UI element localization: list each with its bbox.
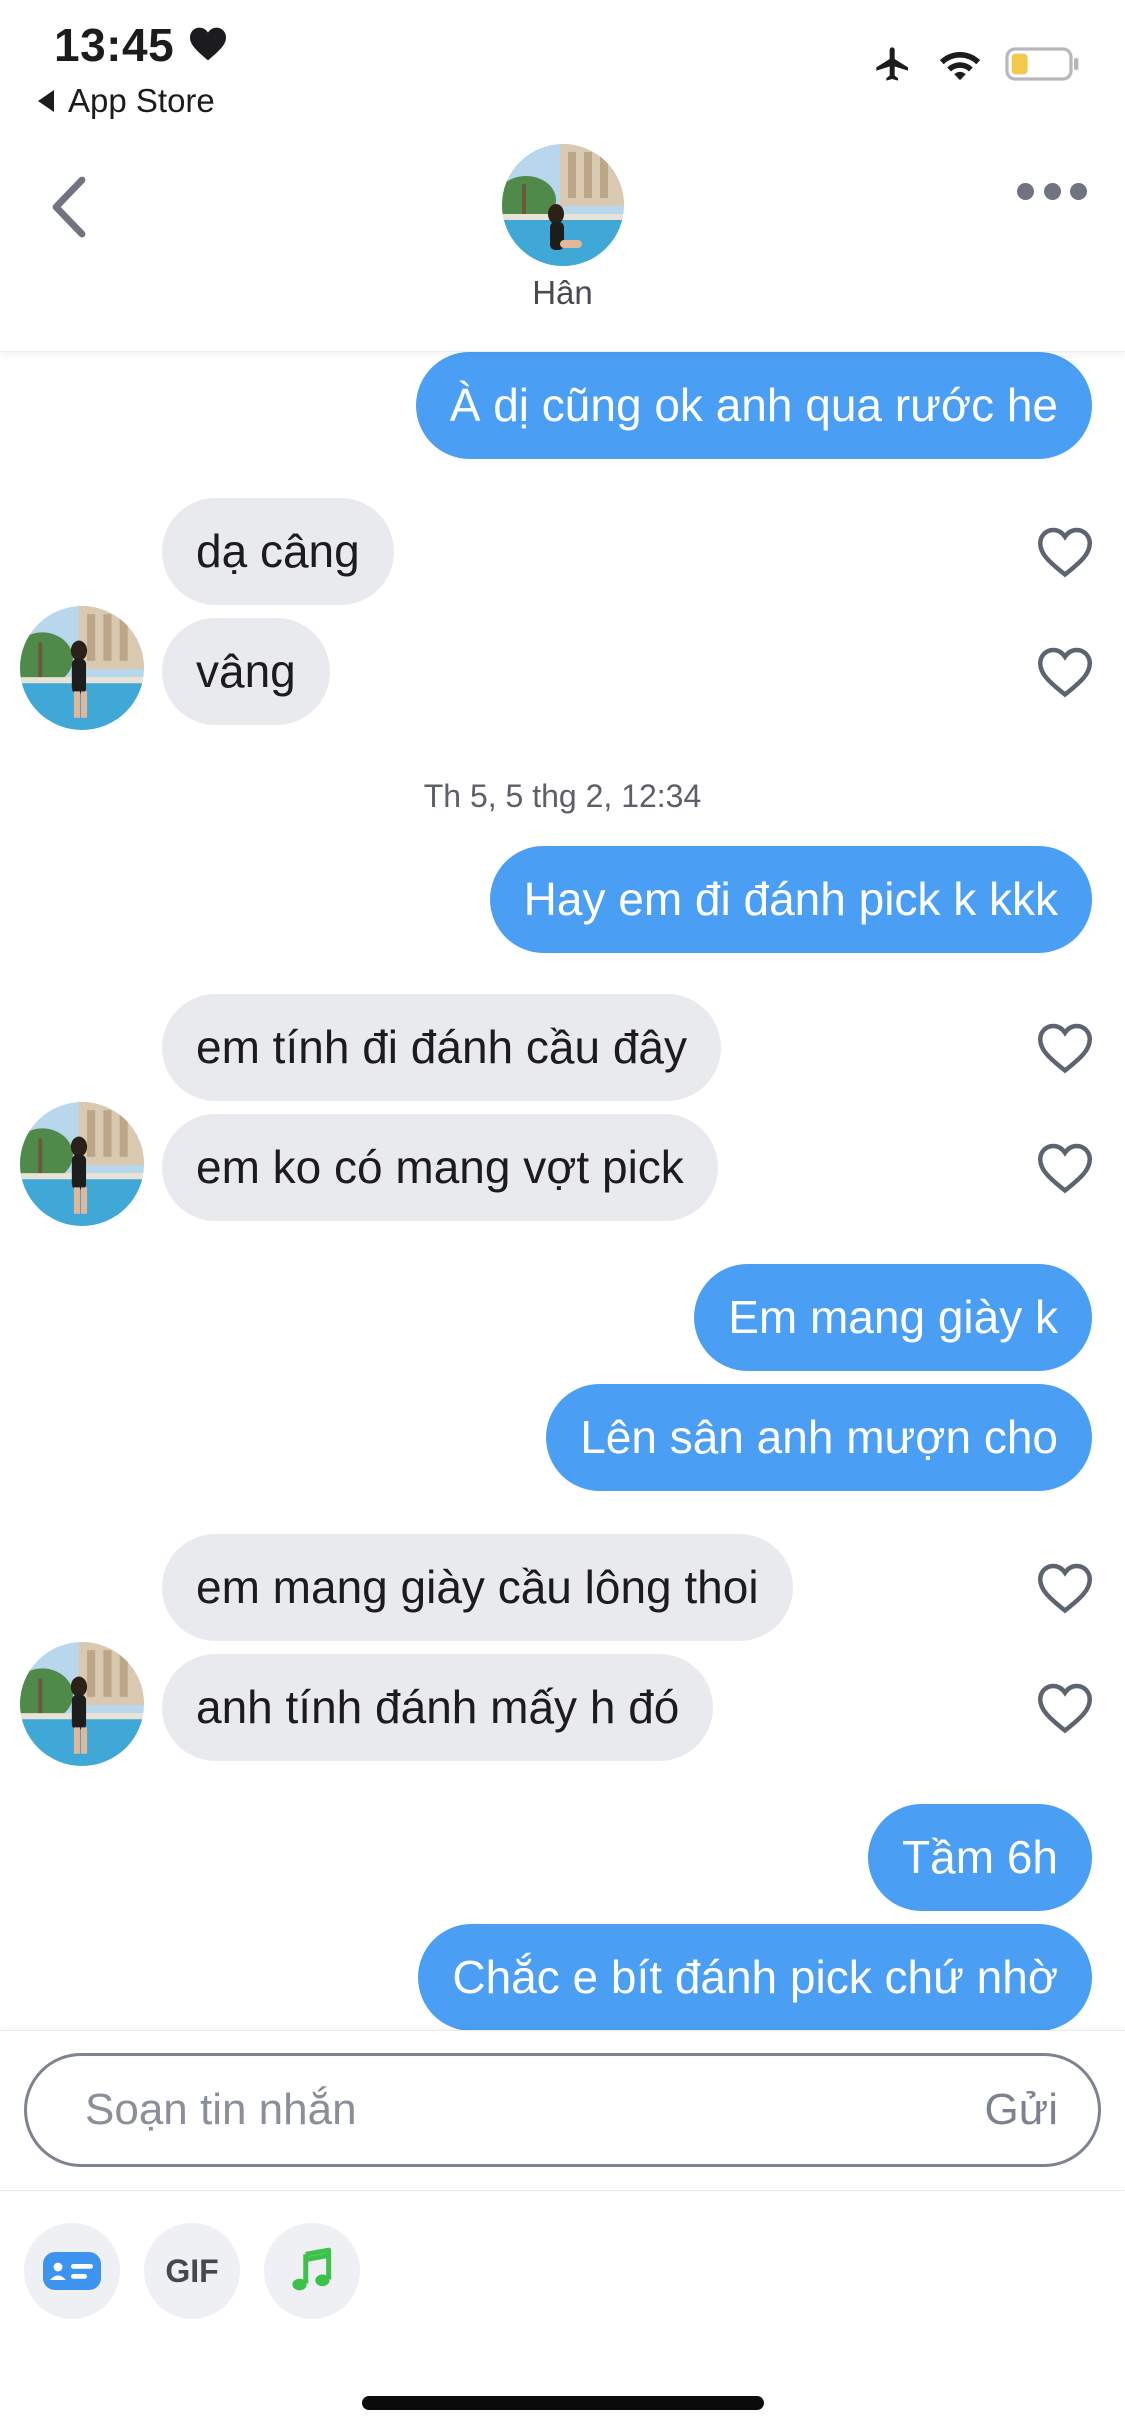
airplane-icon xyxy=(876,47,908,81)
back-app-label: App Store xyxy=(68,82,215,119)
message-bubble-outgoing[interactable]: À dị cũng ok anh qua rước he xyxy=(415,352,1092,459)
message-bubble-incoming[interactable]: vâng xyxy=(162,618,330,725)
message-bubble-incoming[interactable]: em ko có mang vợt pick xyxy=(162,1114,718,1221)
gif-icon: GIF xyxy=(165,2252,219,2289)
heart-icon xyxy=(190,27,226,61)
avatar-photo xyxy=(502,144,624,266)
heart-outline-icon[interactable] xyxy=(1035,1141,1095,1195)
contact-avatar-small[interactable] xyxy=(20,1642,144,1766)
message-bubble-incoming[interactable]: em tính đi đánh cầu đây xyxy=(162,994,721,1101)
music-button[interactable] xyxy=(264,2223,360,2319)
contact-avatar[interactable] xyxy=(502,144,624,266)
message-composer: Gửi xyxy=(0,2030,1125,2190)
heart-outline-icon[interactable] xyxy=(1035,1561,1095,1615)
heart-outline-icon[interactable] xyxy=(1035,1681,1095,1735)
wifi-icon xyxy=(939,51,981,81)
heart-outline-icon[interactable] xyxy=(1035,1021,1095,1075)
send-button[interactable]: Gửi xyxy=(985,2085,1058,2135)
message-bubble-outgoing[interactable]: Tầm 6h xyxy=(868,1804,1092,1911)
message-bubble-incoming[interactable]: dạ câng xyxy=(162,498,394,605)
back-to-app-store[interactable]: App Store xyxy=(38,82,215,120)
back-chevron-icon[interactable] xyxy=(44,172,94,242)
more-dots-icon[interactable] xyxy=(1017,176,1087,206)
home-indicator[interactable] xyxy=(362,2396,764,2410)
status-icons xyxy=(871,44,1081,84)
message-input-wrapper: Gửi xyxy=(24,2053,1101,2167)
music-note-icon xyxy=(292,2247,332,2291)
message-bubble-outgoing[interactable]: Lên sân anh mượn cho xyxy=(546,1384,1092,1491)
contact-avatar-small[interactable] xyxy=(20,1102,144,1226)
message-bubble-outgoing[interactable]: Em mang giày k xyxy=(694,1264,1092,1371)
status-bar: 13:45 App Store xyxy=(0,0,1125,130)
contact-avatar-small[interactable] xyxy=(20,606,144,730)
status-time: 13:45 xyxy=(54,19,175,71)
gif-button[interactable]: GIF xyxy=(144,2223,240,2319)
avatar-photo xyxy=(20,606,144,730)
back-triangle-icon xyxy=(38,90,54,112)
heart-outline-icon[interactable] xyxy=(1035,525,1095,579)
battery-icon xyxy=(1005,47,1079,81)
avatar-photo xyxy=(20,1102,144,1226)
date-separator: Th 5, 5 thg 2, 12:34 xyxy=(423,778,702,814)
message-bubble-incoming[interactable]: anh tính đánh mấy h đó xyxy=(162,1654,714,1761)
message-bubble-outgoing[interactable]: Hay em đi đánh pick k kkk xyxy=(489,846,1092,953)
heart-outline-icon[interactable] xyxy=(1035,645,1095,699)
contact-name: Hân xyxy=(532,274,593,311)
sticker-card-icon xyxy=(43,2252,101,2290)
message-bubble-incoming[interactable]: em mang giày cầu lông thoi xyxy=(162,1534,793,1641)
message-list[interactable]: À dị cũng ok anh qua rước he dạ câng vân… xyxy=(0,352,1125,2030)
avatar-photo xyxy=(20,1642,144,1766)
message-input[interactable] xyxy=(85,2085,885,2135)
sticker-card-button[interactable] xyxy=(24,2223,120,2319)
chat-header: Hân xyxy=(0,130,1125,352)
message-bubble-outgoing[interactable]: Chắc e bít đánh pick chứ nhờ xyxy=(418,1924,1092,2030)
